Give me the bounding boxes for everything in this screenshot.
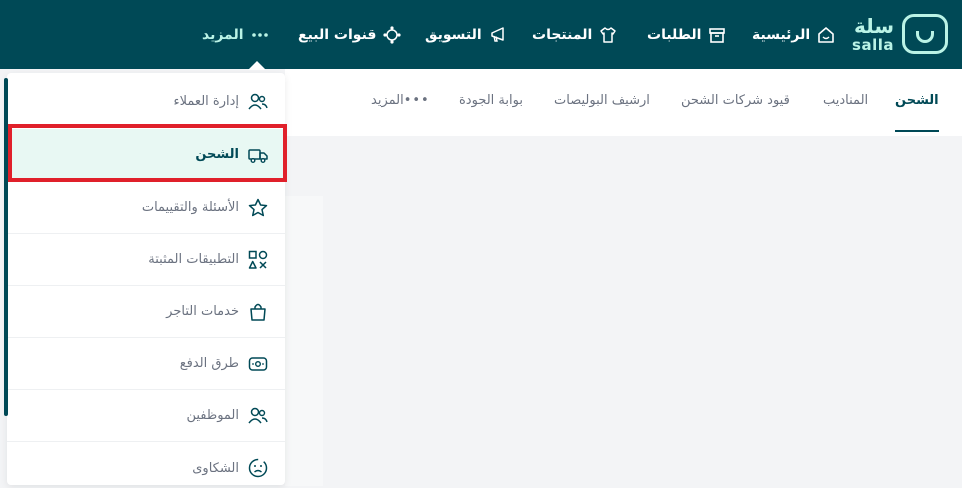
content-placeholder (285, 196, 323, 486)
nav-marketing[interactable]: التسويق (425, 0, 508, 69)
tab-policy-archive-label: ارشيف البوليصات (554, 93, 650, 108)
box-icon (707, 25, 727, 45)
tab-more[interactable]: المزيد••• (371, 93, 436, 115)
nav-orders[interactable]: الطلبات (647, 0, 727, 69)
nav-marketing-label: التسويق (425, 26, 482, 43)
home-icon (816, 25, 836, 45)
shopping-bag-icon (247, 301, 269, 323)
nav-home-label: الرئيسية (752, 26, 811, 43)
menu-item-label: خدمات التاجر (166, 304, 239, 319)
menu-item-label: الأسئلة والتقييمات (141, 200, 239, 215)
nav-products[interactable]: المنتجات (532, 0, 618, 69)
tab-shipping-label: الشحن (895, 93, 939, 108)
nav-products-label: المنتجات (532, 26, 593, 43)
menu-item-reviews[interactable]: الأسئلة والتقييمات (7, 182, 285, 234)
truck-icon (247, 144, 269, 166)
menu-item-complaints[interactable]: الشكاوى (7, 442, 285, 485)
menu-item-employees[interactable]: الموظفين (7, 390, 285, 442)
nav-orders-label: الطلبات (647, 26, 702, 43)
tab-quality-portal-label: بوابة الجودة (459, 93, 523, 108)
users-icon (247, 91, 269, 113)
nav-sales-channels-label: قنوات البيع (298, 26, 377, 43)
channels-icon (382, 25, 402, 45)
more-dots-icon (250, 25, 270, 45)
menu-item-payment-methods[interactable]: طرق الدفع (7, 338, 285, 390)
tab-policy-archive[interactable]: ارشيف البوليصات (554, 93, 650, 115)
tab-shipping[interactable]: الشحن (895, 93, 939, 132)
tab-shipping-restrictions[interactable]: قيود شركات الشحن (681, 93, 790, 115)
tab-representatives-label: المناديب (823, 93, 869, 108)
menu-item-installed-apps[interactable]: التطبيقات المثبتة (7, 234, 285, 286)
menu-item-label: طرق الدفع (179, 356, 239, 371)
nav-more[interactable]: المزيد (202, 0, 270, 69)
menu-item-label: الشكاوى (192, 460, 239, 476)
salla-logo[interactable]: سلة salla (852, 10, 948, 58)
more-dots-icon: ••• (403, 93, 430, 108)
more-dropdown-menu: إدارة العملاء الشحن الأسئلة والتقييمات ا… (7, 73, 285, 485)
content-area (285, 136, 962, 488)
menu-item-label: الشحن (195, 147, 239, 162)
logo-mark-icon (902, 14, 948, 54)
dropdown-caret (248, 61, 266, 70)
menu-scrollbar[interactable] (4, 78, 8, 416)
logo-text: سلة salla (852, 16, 894, 53)
sad-face-icon (247, 457, 269, 479)
apps-icon (247, 249, 269, 271)
tab-representatives[interactable]: المناديب (823, 93, 868, 115)
star-icon (247, 197, 269, 219)
menu-item-shipping[interactable]: الشحن (7, 129, 285, 181)
nav-sales-channels[interactable]: قنوات البيع (298, 0, 402, 69)
menu-item-label: التطبيقات المثبتة (148, 252, 239, 267)
tab-shipping-restrictions-label: قيود شركات الشحن (681, 93, 790, 108)
megaphone-icon (488, 25, 508, 45)
menu-item-merchant-services[interactable]: خدمات التاجر (7, 286, 285, 338)
shirt-icon (598, 25, 618, 45)
menu-item-customers[interactable]: إدارة العملاء (7, 76, 285, 128)
logo-arabic: سلة (854, 13, 894, 38)
team-icon (247, 405, 269, 427)
menu-item-label: إدارة العملاء (173, 94, 239, 109)
tab-quality-portal[interactable]: بوابة الجودة (459, 93, 523, 115)
wallet-icon (247, 353, 269, 375)
menu-item-label: الموظفين (186, 408, 239, 423)
nav-home[interactable]: الرئيسية (752, 0, 836, 69)
tab-more-label: المزيد (371, 93, 404, 108)
nav-more-label: المزيد (202, 26, 244, 43)
logo-latin: salla (852, 35, 894, 54)
